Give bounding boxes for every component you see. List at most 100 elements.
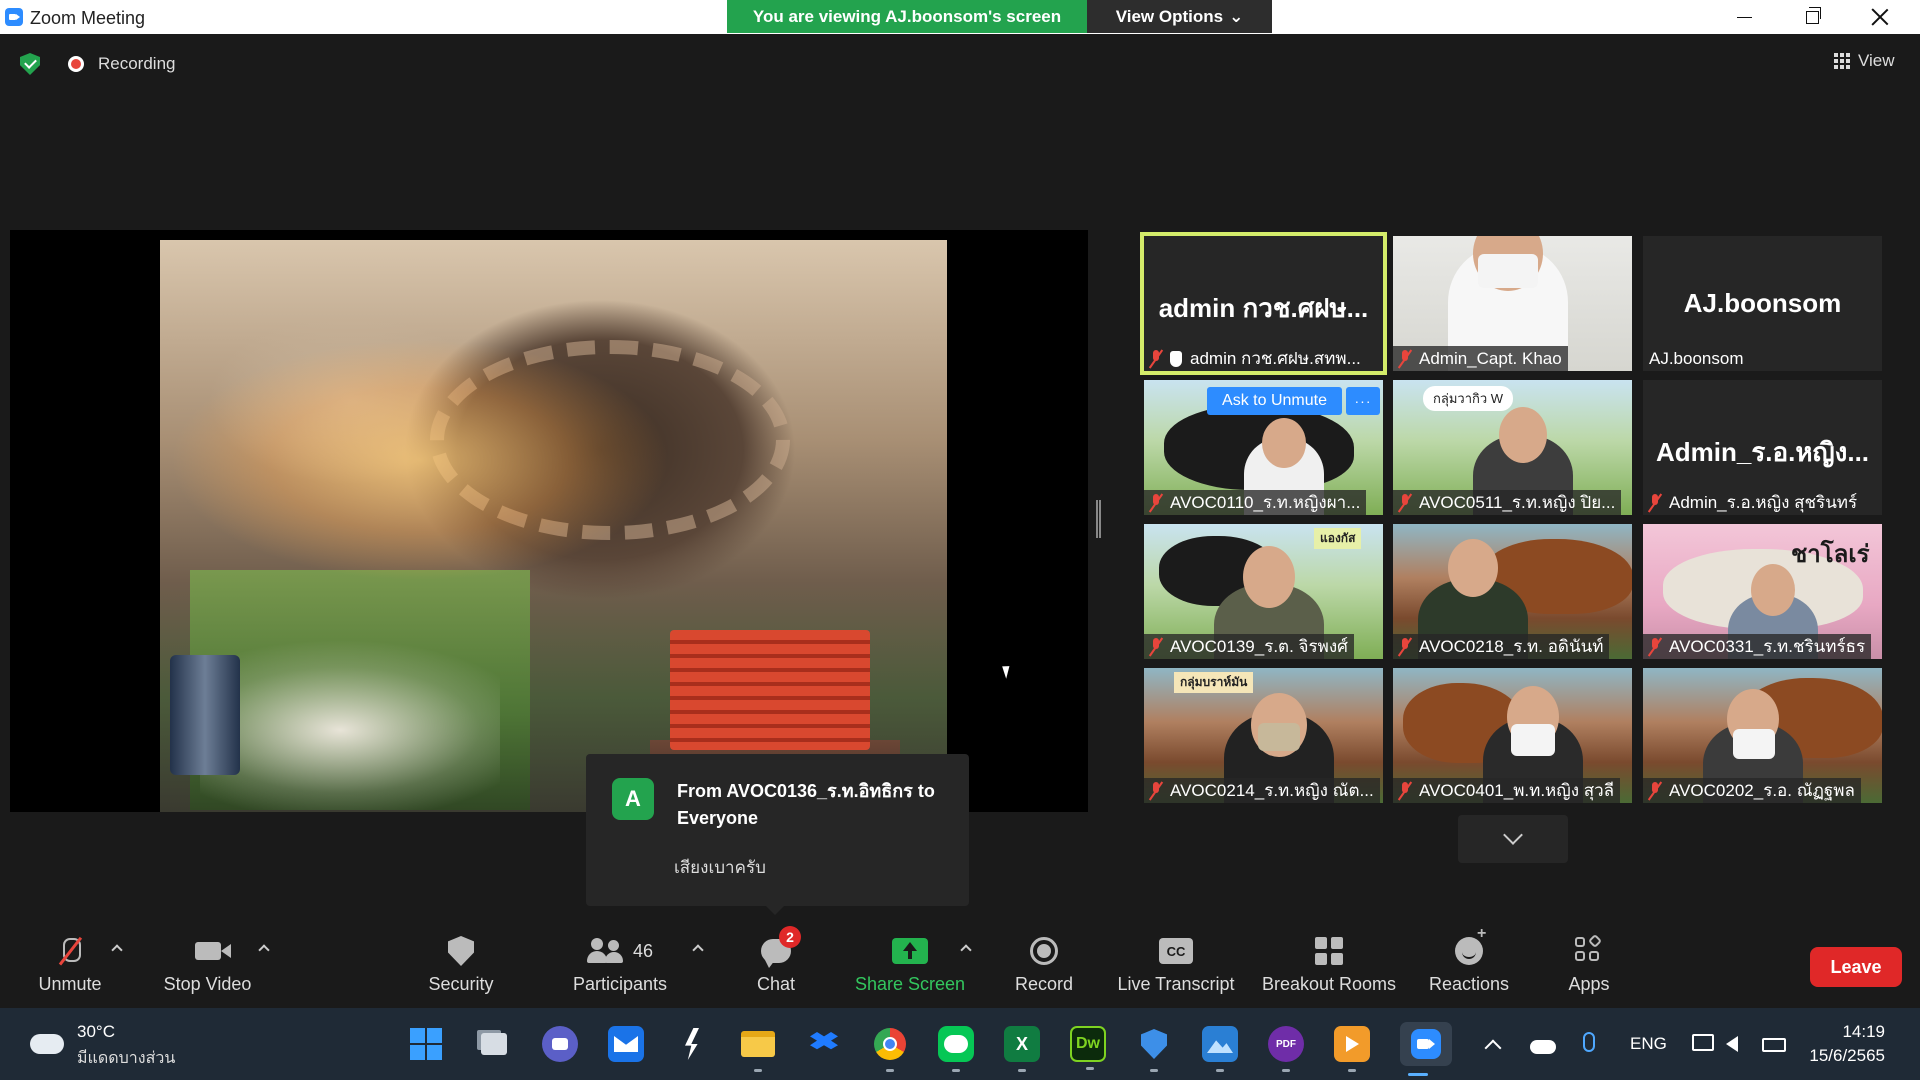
live-transcript-label: Live Transcript (1117, 974, 1235, 994)
reactions-button[interactable]: Reactions (1424, 925, 1514, 1002)
security-shield-icon (448, 936, 474, 966)
participant-tile[interactable]: Admin_Capt. Khao (1393, 236, 1632, 371)
input-language[interactable]: ENG (1630, 1034, 1667, 1054)
participant-tile[interactable]: แองกัส AVOC0139_ร.ต. จิรพงศ์ (1144, 524, 1383, 659)
line-chat-icon (944, 1035, 968, 1053)
meeting-toolbar: Unmute Stop Video Security 46 Participan… (0, 918, 1920, 1008)
onedrive-cloud-icon[interactable] (1530, 1040, 1556, 1054)
video-options-caret-icon[interactable] (258, 944, 270, 956)
microphone-in-use-icon[interactable] (1583, 1032, 1595, 1052)
shared-screen[interactable] (10, 230, 1088, 812)
chevron-down-icon: ⌄ (1229, 6, 1244, 26)
audio-options-caret-icon[interactable] (111, 944, 123, 956)
mail-envelope-icon (614, 1036, 638, 1052)
record-label: Record (1014, 974, 1074, 994)
dreamweaver-app[interactable]: Dw (1070, 1026, 1106, 1070)
security-button[interactable]: Security (420, 932, 502, 1002)
breakout-rooms-button[interactable]: Breakout Rooms (1258, 932, 1400, 1002)
chat-notification-message: เสียงเบาครับ (674, 858, 766, 877)
pdf-app[interactable]: PDF (1268, 1026, 1304, 1072)
breakout-rooms-label: Breakout Rooms (1261, 974, 1397, 994)
participants-button[interactable]: 46 Participants (565, 932, 675, 1002)
zoom-icon (1411, 1029, 1441, 1059)
recording-icon[interactable] (68, 56, 84, 72)
task-view-button[interactable] (476, 1026, 512, 1062)
live-transcript-button[interactable]: CC Live Transcript (1112, 932, 1240, 1002)
share-screen-button[interactable]: Share Screen (850, 932, 970, 1002)
weather-temperature[interactable]: 30°C (77, 1022, 115, 1042)
more-options-button[interactable]: ··· (1346, 387, 1380, 415)
start-button[interactable] (408, 1026, 444, 1062)
participant-name-bar: AVOC0401_พ.ท.หญิง สุวลี (1393, 778, 1621, 803)
view-options-button[interactable]: View Options ⌄ (1087, 0, 1272, 33)
chat-notification[interactable]: A From AVOC0136_ร.ท.อิทธิกร to Everyone … (586, 754, 969, 915)
participant-name-bar: AVOC0218_ร.ท. อดินันท์ (1393, 634, 1610, 659)
mic-muted-icon (1150, 637, 1162, 656)
participant-tile[interactable]: AJ.boonsom AJ.boonsom (1643, 236, 1882, 371)
participant-name: AVOC0214_ร.ท.หญิง ณัต... (1170, 781, 1374, 800)
participant-name-bar: AVOC0202_ร.อ. ณัฏฐพล (1643, 778, 1861, 803)
window-title: Zoom Meeting (30, 8, 146, 28)
grid-view-icon (1834, 53, 1850, 69)
gallery-next-page-button[interactable] (1458, 815, 1568, 863)
background-overlay-label: กลุ่มวากิว W (1423, 386, 1514, 411)
participant-name-bar: Admin_Capt. Khao (1393, 346, 1568, 371)
media-app[interactable] (1334, 1026, 1370, 1072)
mic-muted-icon (1150, 781, 1162, 800)
photos-app[interactable] (1202, 1026, 1238, 1072)
line-app[interactable] (938, 1026, 974, 1072)
stop-video-button[interactable]: Stop Video (155, 932, 260, 1002)
leave-meeting-button[interactable]: Leave (1810, 947, 1902, 987)
security-label: Security (428, 974, 494, 994)
participant-tile[interactable]: กลุ่มวากิว W AVOC0511_ร.ท.หญิง ปิย... (1393, 380, 1632, 515)
apps-button[interactable]: Apps (1554, 932, 1624, 1002)
record-button[interactable]: Record (1008, 932, 1080, 1002)
security-app[interactable] (1136, 1026, 1172, 1072)
battery-icon[interactable] (1762, 1038, 1786, 1052)
unmute-label: Unmute (38, 974, 102, 994)
clock-date[interactable]: 15/6/2565 (1805, 1046, 1885, 1066)
minimize-button[interactable] (1710, 0, 1778, 34)
mic-muted-icon (1649, 493, 1661, 512)
participant-tile[interactable]: กลุ่มบราห์มัน AVOC0214_ร.ท.หญิง ณัต... (1144, 668, 1383, 803)
mic-muted-icon (1399, 493, 1411, 512)
participant-tile[interactable]: AVOC0202_ร.อ. ณัฏฐพล (1643, 668, 1882, 803)
restore-button[interactable] (1778, 0, 1846, 34)
participants-options-caret-icon[interactable] (692, 944, 704, 956)
recording-label[interactable]: Recording (98, 54, 176, 74)
closed-caption-icon: CC (1159, 938, 1193, 964)
participant-name-bar: AVOC0214_ร.ท.หญิง ณัต... (1144, 778, 1380, 803)
participant-tile[interactable]: AVOC0218_ร.ท. อดินันท์ (1393, 524, 1632, 659)
mic-muted-icon (1399, 781, 1411, 800)
participant-name-bar: AVOC0110_ร.ท.หญิงผา... (1144, 490, 1367, 515)
participant-name: AVOC0331_ร.ท.ชรินทร์ธร (1669, 637, 1866, 656)
encryption-shield-icon[interactable] (20, 53, 40, 75)
task-view-icon (481, 1033, 507, 1055)
weather-description[interactable]: มีแดดบางส่วน (77, 1046, 175, 1071)
participant-tile[interactable]: admin กวช.ศฝษ... admin กวช.ศฝษ.สทพ... (1140, 232, 1387, 375)
teams-chat-app[interactable] (542, 1026, 578, 1062)
ask-to-unmute-button[interactable]: Ask to Unmute (1207, 387, 1342, 415)
excel-app[interactable]: X (1004, 1026, 1040, 1072)
mail-app[interactable] (608, 1026, 644, 1062)
panel-splitter-handle[interactable] (1096, 500, 1101, 538)
participant-tile[interactable]: ชาโลเร่ AVOC0331_ร.ท.ชรินทร์ธร (1643, 524, 1882, 659)
show-hidden-icons-chevron-icon[interactable] (1484, 1039, 1502, 1057)
chat-button[interactable]: 2 Chat (740, 926, 812, 1002)
reactions-label: Reactions (1428, 974, 1510, 994)
close-button[interactable] (1846, 0, 1914, 34)
network-icon[interactable] (1692, 1034, 1714, 1051)
volume-icon[interactable] (1726, 1036, 1738, 1052)
weather-partly-sunny-icon[interactable] (30, 1024, 64, 1054)
zoom-taskbar-app[interactable] (1400, 1022, 1452, 1076)
participant-tile[interactable]: AVOC0401_พ.ท.หญิง สุวลี (1393, 668, 1632, 803)
dropbox-app[interactable] (806, 1026, 842, 1062)
participant-tile[interactable]: Admin_ร.อ.หญิง... Admin_ร.อ.หญิง สุชรินท… (1643, 380, 1882, 515)
unmute-button[interactable]: Unmute (30, 932, 110, 1002)
background-overlay-label: ชาโลเร่ (1791, 541, 1870, 568)
clock-time[interactable]: 14:19 (1835, 1022, 1885, 1042)
bolt-app[interactable] (674, 1026, 710, 1062)
file-explorer-app[interactable] (740, 1026, 776, 1072)
chrome-app[interactable] (872, 1026, 908, 1072)
view-button[interactable]: View (1824, 46, 1904, 76)
